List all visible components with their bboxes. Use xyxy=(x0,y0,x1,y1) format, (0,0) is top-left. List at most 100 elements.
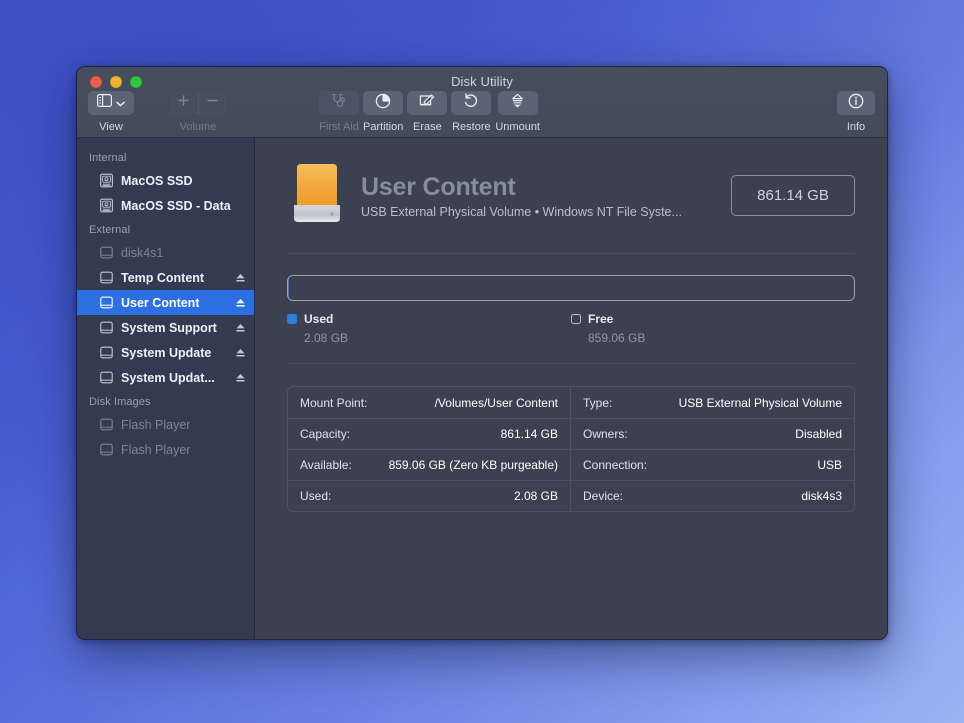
toolbar-info-item: Info xyxy=(837,91,875,133)
toolbar-first-aid-item: First Aid xyxy=(319,91,359,133)
internal-disk-icon xyxy=(99,173,114,188)
legend-label: Used xyxy=(304,312,333,326)
volume-buttons xyxy=(170,91,226,115)
legend-item-free: Free 859.06 GB xyxy=(571,312,855,345)
sidebar-item-label: Flash Player xyxy=(121,443,190,457)
erase-button[interactable] xyxy=(407,91,447,115)
toolbar-volume-group: Volume xyxy=(170,91,226,133)
sidebar-item-label: Temp Content xyxy=(121,271,204,285)
sidebar-section-disk-images-title: Disk Images xyxy=(77,390,254,412)
volume-icon xyxy=(99,442,114,457)
info-button[interactable] xyxy=(837,91,875,115)
sidebar-item-flash-player-2[interactable]: Flash Player xyxy=(77,437,254,462)
restore-button[interactable] xyxy=(451,91,491,115)
usage-bar xyxy=(287,275,855,301)
volume-header: User Content USB External Physical Volum… xyxy=(287,138,855,254)
unmount-button[interactable] xyxy=(498,91,538,115)
volume-icon xyxy=(99,370,114,385)
table-row: Device: disk4s3 xyxy=(571,480,854,511)
sidebar-item-flash-player-1[interactable]: Flash Player xyxy=(77,412,254,437)
sidebar-item-user-content[interactable]: User Content xyxy=(77,290,254,315)
volume-label: Volume xyxy=(180,121,217,133)
view-label: View xyxy=(99,121,123,133)
partition-button[interactable] xyxy=(363,91,403,115)
sidebar-item-system-update[interactable]: System Update xyxy=(77,340,254,365)
view-button[interactable] xyxy=(88,91,134,115)
toolbar-unmount-item: Unmount xyxy=(495,91,540,133)
internal-disk-icon xyxy=(99,198,114,213)
window-title: Disk Utility xyxy=(77,74,887,89)
info-key: Owners: xyxy=(583,427,628,441)
info-value: Disabled xyxy=(795,427,842,441)
info-key: Used: xyxy=(300,489,331,503)
legend-value: 2.08 GB xyxy=(304,331,571,345)
sidebar-item-system-update-2[interactable]: System Updat... xyxy=(77,365,254,390)
first-aid-button[interactable] xyxy=(319,91,359,115)
sidebar-item-label: MacOS SSD xyxy=(121,174,193,188)
external-drive-icon xyxy=(287,156,347,235)
sidebar-item-macos-ssd-data[interactable]: MacOS SSD - Data xyxy=(77,193,254,218)
sidebar-item-disk4s1[interactable]: disk4s1 xyxy=(77,240,254,265)
volume-icon xyxy=(99,245,114,260)
info-key: Mount Point: xyxy=(300,396,367,410)
sidebar-item-label: System Update xyxy=(121,346,211,360)
legend-value: 859.06 GB xyxy=(588,331,855,345)
window-body: Internal MacOS SSD xyxy=(77,138,887,639)
main-content: User Content USB External Physical Volum… xyxy=(255,138,887,639)
sidebar-item-macos-ssd[interactable]: MacOS SSD xyxy=(77,168,254,193)
eject-icon[interactable] xyxy=(235,322,246,334)
restore-label: Restore xyxy=(452,121,491,133)
info-key: Type: xyxy=(583,396,612,410)
info-value: USB External Physical Volume xyxy=(679,396,842,410)
add-volume-button[interactable] xyxy=(170,91,199,115)
used-swatch-icon xyxy=(287,314,297,324)
volume-icon xyxy=(99,295,114,310)
erase-label: Erase xyxy=(413,121,442,133)
stethoscope-icon xyxy=(331,93,347,113)
volume-info-table: Mount Point: /Volumes/User Content Capac… xyxy=(287,386,855,512)
sidebar-item-temp-content[interactable]: Temp Content xyxy=(77,265,254,290)
desktop-background: Disk Utility xyxy=(0,0,964,723)
eject-icon[interactable] xyxy=(235,272,246,284)
sidebar-item-label: disk4s1 xyxy=(121,246,163,260)
eject-icon[interactable] xyxy=(235,347,246,359)
sidebar-item-label: User Content xyxy=(121,296,199,310)
sidebar-section-external-title: External xyxy=(77,218,254,240)
toolbar: View xyxy=(77,91,887,137)
eject-icon[interactable] xyxy=(235,297,246,309)
volume-name: User Content xyxy=(361,172,717,202)
info-value: disk4s3 xyxy=(801,489,842,503)
sidebar-layout-icon xyxy=(97,94,112,112)
eject-icon[interactable] xyxy=(235,372,246,384)
info-key: Capacity: xyxy=(300,427,350,441)
sidebar-item-system-support[interactable]: System Support xyxy=(77,315,254,340)
toolbar-erase-item: Erase xyxy=(407,91,447,133)
volume-titles: User Content USB External Physical Volum… xyxy=(361,172,717,219)
sidebar-item-label: System Updat... xyxy=(121,371,215,385)
restore-arrow-icon xyxy=(463,93,479,114)
info-label: Info xyxy=(847,121,865,133)
volume-icon xyxy=(99,345,114,360)
info-circle-icon xyxy=(848,93,864,114)
partition-label: Partition xyxy=(363,121,403,133)
toolbar-actions: First Aid xyxy=(319,91,540,133)
sidebar-item-label: MacOS SSD - Data xyxy=(121,199,231,213)
eject-icon xyxy=(510,93,525,114)
usage-section: Used 2.08 GB Free 859.06 GB xyxy=(287,254,855,364)
info-column-right: Type: USB External Physical Volume Owner… xyxy=(571,387,854,511)
usage-legend: Used 2.08 GB Free 859.06 GB xyxy=(287,312,855,364)
volume-icon xyxy=(99,320,114,335)
table-row: Available: 859.06 GB (Zero KB purgeable) xyxy=(288,449,570,480)
volume-icon xyxy=(99,270,114,285)
plus-icon xyxy=(177,94,190,112)
info-key: Available: xyxy=(300,458,352,472)
info-value: 2.08 GB xyxy=(514,489,558,503)
sidebar-item-label: System Support xyxy=(121,321,217,335)
first-aid-label: First Aid xyxy=(319,121,359,133)
remove-volume-button[interactable] xyxy=(199,91,227,115)
capacity-badge: 861.14 GB xyxy=(731,175,855,216)
info-value: 861.14 GB xyxy=(501,427,558,441)
table-row: Mount Point: /Volumes/User Content xyxy=(288,387,570,418)
info-value: USB xyxy=(817,458,842,472)
table-row: Capacity: 861.14 GB xyxy=(288,418,570,449)
